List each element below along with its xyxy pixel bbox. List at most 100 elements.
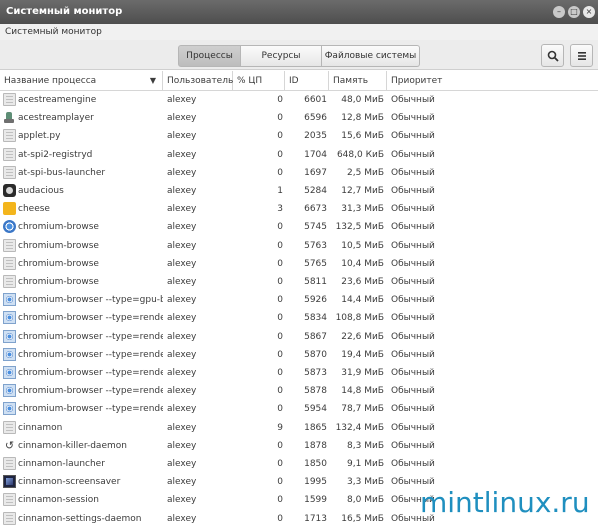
process-priority: Обычный bbox=[391, 404, 435, 415]
table-row[interactable]: chromium-browser --type=renderer alexey 0 5… bbox=[0, 346, 598, 364]
process-id: 5878 bbox=[304, 386, 327, 397]
process-memory: 15,6 МиБ bbox=[341, 131, 384, 142]
table-row[interactable]: at-spi-bus-launcher alexey 0 1697 2,5 МиБ Обы… bbox=[0, 164, 598, 182]
table-row[interactable]: chromium-browser --type=renderer alexey 0 5… bbox=[0, 364, 598, 382]
process-name: cinnamon-screensaver bbox=[18, 477, 121, 488]
process-id: 1713 bbox=[304, 513, 327, 524]
table-row[interactable]: chromium-browser --type=renderer alexey 0 5… bbox=[0, 382, 598, 400]
process-cpu: 0 bbox=[277, 240, 283, 251]
close-button[interactable]: × bbox=[583, 6, 595, 18]
process-priority: Обычный bbox=[391, 331, 435, 342]
table-row[interactable]: chromium-browser --type=renderer alexey 0 5… bbox=[0, 400, 598, 418]
table-row[interactable]: at-spi2-registryd alexey 0 1704 648,0 КиБ Обы… bbox=[0, 146, 598, 164]
tab-processes[interactable]: Процессы bbox=[178, 45, 241, 67]
table-row[interactable]: chromium-browse alexey 0 5765 10,4 МиБ Обычны… bbox=[0, 255, 598, 273]
process-memory: 108,8 МиБ bbox=[335, 313, 384, 324]
generic-process-icon bbox=[3, 275, 16, 288]
process-id: 5867 bbox=[304, 331, 327, 342]
table-row[interactable]: chromium-browser --type=gpu-broker alexey… bbox=[0, 291, 598, 309]
table-row[interactable]: chromium-browse alexey 0 5745 132,5 МиБ Обычн… bbox=[0, 218, 598, 236]
process-id: 1878 bbox=[304, 440, 327, 451]
table-row[interactable]: cheese alexey 3 6673 31,3 МиБ Обычный bbox=[0, 200, 598, 218]
generic-process-icon bbox=[3, 511, 16, 525]
search-button[interactable] bbox=[541, 44, 564, 67]
process-memory: 12,8 МиБ bbox=[341, 113, 384, 124]
process-priority: Обычный bbox=[391, 204, 435, 215]
chromium-sq-process-icon bbox=[3, 329, 16, 343]
window-titlebar[interactable]: Системный монитор – □ × bbox=[0, 0, 598, 24]
table-row[interactable]: chromium-browser --type=renderer alexey 0 5… bbox=[0, 328, 598, 346]
process-id: 6601 bbox=[304, 95, 327, 105]
process-memory: 132,4 МиБ bbox=[335, 422, 384, 433]
generic-process-icon bbox=[3, 493, 16, 507]
process-name: cinnamon-killer-daemon bbox=[18, 440, 127, 451]
process-name: cinnamon-settings-daemon bbox=[18, 513, 142, 524]
column-header-user[interactable]: Пользователь bbox=[163, 71, 233, 91]
cheese-process-icon bbox=[3, 202, 16, 216]
table-row[interactable]: chromium-browser --type=renderer alexey 0 5… bbox=[0, 309, 598, 327]
process-user: alexey bbox=[167, 349, 197, 360]
column-header-cpu[interactable]: % ЦП bbox=[233, 71, 285, 91]
process-id: 5745 bbox=[304, 222, 327, 233]
column-header-name[interactable]: Название процесса ▼ bbox=[0, 71, 163, 91]
process-name: cheese bbox=[18, 204, 50, 215]
process-priority: Обычный bbox=[391, 386, 435, 397]
process-cpu: 0 bbox=[277, 277, 283, 287]
process-priority: Обычный bbox=[391, 295, 435, 306]
table-row[interactable]: ↺ cinnamon-killer-daemon alexey 0 1878 8,3 Ми… bbox=[0, 437, 598, 455]
process-id: 1599 bbox=[304, 495, 327, 506]
process-user: alexey bbox=[167, 386, 197, 397]
process-priority: Обычный bbox=[391, 186, 435, 196]
column-label: Пользователь bbox=[167, 76, 234, 86]
column-header-priority[interactable]: Приоритет bbox=[387, 71, 598, 91]
table-row[interactable]: chromium-browse alexey 0 5763 10,5 МиБ Обычны… bbox=[0, 237, 598, 255]
process-id: 5954 bbox=[304, 404, 327, 415]
process-priority: Обычный bbox=[391, 258, 435, 269]
process-id: 5870 bbox=[304, 349, 327, 360]
process-id: 5763 bbox=[304, 240, 327, 251]
process-user: alexey bbox=[167, 513, 197, 524]
process-memory: 3,3 МиБ bbox=[347, 477, 384, 488]
process-name: chromium-browser --type=renderer bbox=[18, 349, 163, 360]
watermark-text: mintlinux.ru bbox=[420, 486, 590, 519]
process-user: alexey bbox=[167, 258, 197, 269]
toolbar: Процессы Ресурсы Файловые системы bbox=[0, 40, 598, 70]
table-row[interactable]: acestreamengine alexey 0 6601 48,0 МиБ Обычны… bbox=[0, 91, 598, 109]
process-memory: 31,3 МиБ bbox=[341, 204, 384, 215]
process-name: chromium-browse bbox=[18, 222, 99, 233]
process-cpu: 0 bbox=[277, 349, 283, 360]
table-row[interactable]: cinnamon alexey 9 1865 132,4 МиБ Обычный bbox=[0, 419, 598, 437]
process-cpu: 0 bbox=[277, 131, 283, 142]
search-icon bbox=[547, 50, 559, 62]
app-menu-title[interactable]: Системный монитор bbox=[5, 27, 102, 37]
tab-resources[interactable]: Ресурсы bbox=[241, 45, 322, 67]
process-cpu: 0 bbox=[277, 95, 283, 105]
column-header-id[interactable]: ID bbox=[285, 71, 329, 91]
menu-button[interactable] bbox=[570, 44, 593, 67]
process-priority: Обычный bbox=[391, 240, 435, 251]
column-header-memory[interactable]: Память bbox=[329, 71, 387, 91]
table-row[interactable]: cinnamon-launcher alexey 0 1850 9,1 МиБ Обычн… bbox=[0, 455, 598, 473]
table-row[interactable]: applet.py alexey 0 2035 15,6 МиБ Обычный bbox=[0, 127, 598, 145]
table-row[interactable]: acestreamplayer alexey 0 6596 12,8 МиБ Обычны… bbox=[0, 109, 598, 127]
process-user: alexey bbox=[167, 404, 197, 415]
minimize-button[interactable]: – bbox=[553, 6, 565, 18]
tab-filesystems[interactable]: Файловые системы bbox=[322, 45, 420, 67]
process-memory: 132,5 МиБ bbox=[335, 222, 384, 233]
table-row[interactable]: chromium-browse alexey 0 5811 23,6 МиБ Обычны… bbox=[0, 273, 598, 291]
process-priority: Обычный bbox=[391, 277, 435, 287]
chromium-sq-process-icon bbox=[3, 384, 16, 398]
generic-process-icon bbox=[3, 256, 16, 270]
chromium-sq-process-icon bbox=[3, 311, 16, 325]
process-id: 6673 bbox=[304, 204, 327, 215]
process-priority: Обычный bbox=[391, 422, 435, 433]
process-name: chromium-browser --type=renderer bbox=[18, 404, 163, 415]
process-memory: 10,5 МиБ bbox=[341, 240, 384, 251]
process-id: 5811 bbox=[304, 277, 327, 287]
generic-process-icon bbox=[3, 147, 16, 161]
process-name: cinnamon-session bbox=[18, 495, 99, 506]
table-row[interactable]: audacious alexey 1 5284 12,7 МиБ Обычный bbox=[0, 182, 598, 200]
process-memory: 14,4 МиБ bbox=[341, 295, 384, 306]
maximize-button[interactable]: □ bbox=[568, 6, 580, 18]
process-cpu: 0 bbox=[277, 222, 283, 233]
